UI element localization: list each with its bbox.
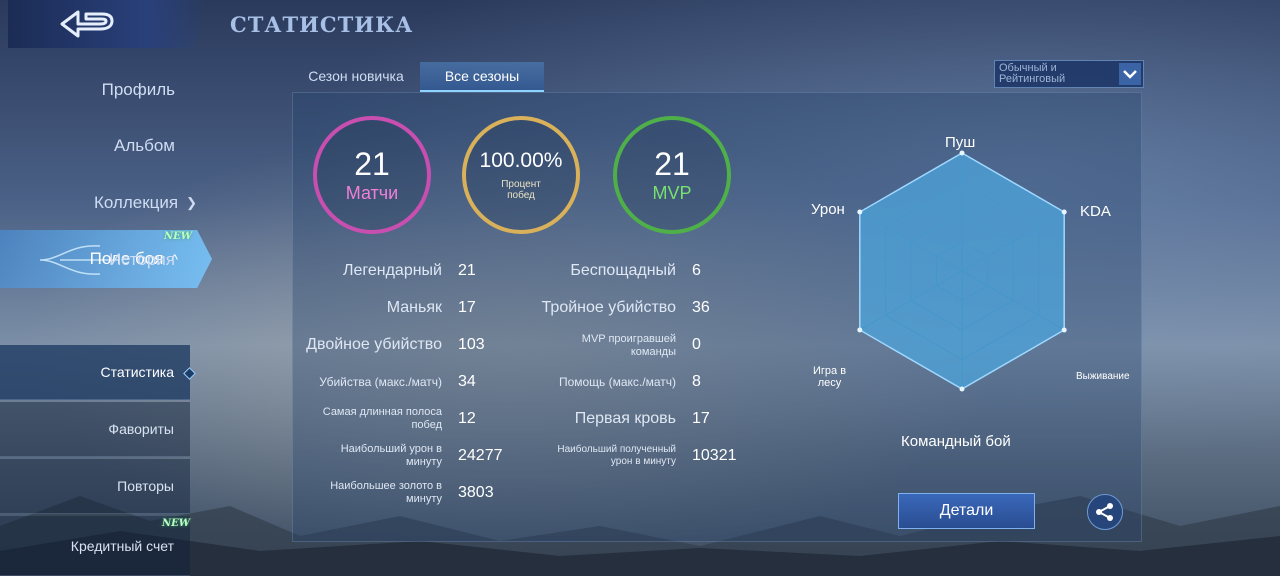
- stat-label: Наибольший полученный урон в минуту: [557, 444, 676, 467]
- stat-label: Убийства (макс./матч): [319, 375, 442, 389]
- radar-axis-label: Пуш: [945, 134, 976, 151]
- stat-value: 17: [458, 299, 476, 316]
- sub-item-label: Статистика: [100, 364, 174, 380]
- stat-label: Наибольший урон в минуту: [340, 443, 442, 468]
- share-button[interactable]: [1087, 494, 1123, 530]
- mvp-circle: 21 MVP: [613, 116, 731, 234]
- mode-dropdown[interactable]: Обычный и Рейтинговый: [994, 60, 1144, 88]
- sub-item-favorites[interactable]: Фавориты: [0, 402, 190, 457]
- stat-label: Легендарный: [342, 262, 442, 279]
- stat-value: 24277: [458, 447, 503, 464]
- dropdown-selected-value: Обычный и Рейтинговый: [999, 62, 1066, 85]
- stat-value: 34: [458, 373, 476, 390]
- mvp-value: 21: [654, 145, 690, 182]
- details-button[interactable]: Детали: [898, 493, 1035, 529]
- sidebar-item-profile[interactable]: Профиль: [0, 70, 215, 110]
- sub-item-credit-score[interactable]: Кредитный счет NEW: [0, 516, 190, 576]
- matches-value: 21: [354, 145, 390, 182]
- tab-all-seasons[interactable]: Все сезоны: [420, 62, 544, 92]
- stat-value: 0: [692, 336, 701, 353]
- winrate-value: 100.00%: [479, 149, 563, 172]
- matches-label: Матчи: [345, 182, 399, 203]
- matches-circle: 21 Матчи: [313, 116, 431, 234]
- back-button[interactable]: [8, 0, 208, 48]
- sidebar-item-history[interactable]: История: [0, 240, 215, 280]
- sub-item-label: Кредитный счет: [70, 537, 174, 554]
- sub-item-label: Повторы: [117, 478, 174, 494]
- stat-value: 17: [692, 410, 710, 427]
- mvp-label: MVP: [652, 182, 692, 203]
- stat-value: 21: [458, 262, 476, 279]
- radar-axis-label: Игра в лесу: [813, 365, 847, 389]
- sidebar-item-collection[interactable]: Коллекция ❯: [0, 183, 215, 223]
- stat-value: 6: [692, 262, 701, 279]
- sidebar-item-label: Профиль: [101, 80, 175, 99]
- tab-label: Все сезоны: [444, 68, 520, 84]
- stat-label: Самая длинная полоса побед: [322, 406, 442, 431]
- stat-label: MVP проигравшей команды: [581, 333, 676, 358]
- sidebar-item-label: Альбом: [114, 136, 175, 155]
- sidebar-item-label: История: [109, 250, 175, 269]
- stat-label: Наибольшее золото в минуту: [330, 480, 442, 505]
- selected-indicator-icon: [183, 367, 196, 380]
- new-badge: NEW: [162, 518, 190, 529]
- sidebar-item-album[interactable]: Альбом: [0, 126, 215, 166]
- stat-value: 3803: [458, 484, 494, 501]
- share-icon: [1096, 503, 1113, 521]
- details-button-label: Детали: [939, 502, 994, 519]
- radar-axis-label: Выживание: [1076, 371, 1130, 382]
- tab-rookie-season[interactable]: Сезон новичка: [296, 62, 416, 90]
- page-title: СТАТИСТИКА: [230, 12, 414, 37]
- radar-axis-label: Урон: [811, 201, 845, 218]
- stat-label: Тройное убийство: [541, 299, 676, 316]
- sub-item-label: Фавориты: [108, 421, 174, 437]
- stat-label: Первая кровь: [574, 410, 676, 427]
- stat-value: 36: [692, 299, 710, 316]
- chevron-down-icon: ❯: [186, 195, 197, 210]
- stat-value: 103: [458, 336, 485, 353]
- chevron-down-icon: [1119, 63, 1141, 85]
- tab-label: Сезон новичка: [308, 68, 404, 84]
- stat-label: Беспощадный: [570, 262, 676, 279]
- stat-label: Помощь (макс./матч): [558, 375, 676, 389]
- stat-value: 8: [692, 373, 701, 390]
- radar-axis-label: Командный бой: [901, 433, 1011, 450]
- stat-label: Маньяк: [386, 299, 442, 316]
- radar-axis-label: KDA: [1080, 203, 1111, 220]
- sub-item-statistics[interactable]: Статистика: [0, 345, 196, 400]
- stat-value: 10321: [692, 447, 737, 464]
- stat-value: 12: [458, 410, 476, 427]
- back-arrow-icon: [60, 10, 114, 38]
- sub-item-replays[interactable]: Повторы: [0, 459, 190, 514]
- sidebar-item-label: Коллекция: [93, 193, 179, 212]
- winrate-circle: 100.00% Процент побед: [462, 116, 580, 234]
- stat-label: Двойное убийство: [306, 336, 442, 353]
- winrate-label: Процент побед: [501, 179, 541, 201]
